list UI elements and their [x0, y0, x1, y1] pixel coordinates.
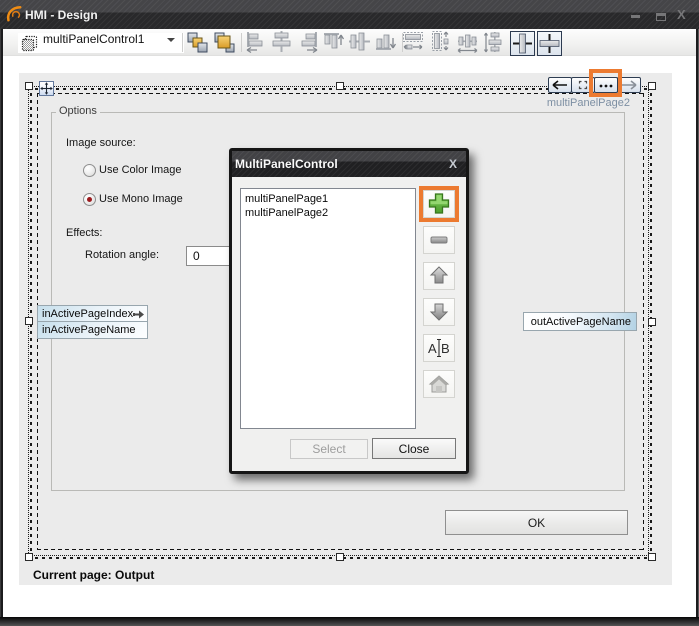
- svg-text:B: B: [441, 341, 450, 356]
- svg-text:A: A: [428, 341, 437, 356]
